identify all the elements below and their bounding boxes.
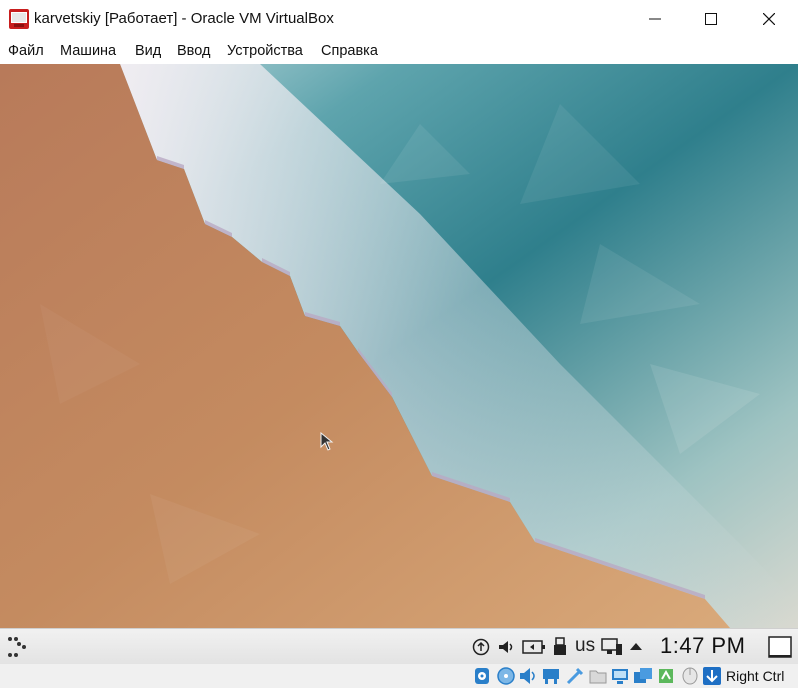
maximize-icon xyxy=(705,13,717,25)
menu-input[interactable]: Ввод xyxy=(177,43,210,59)
menu-bar: Файл Машина Вид Ввод Устройства Справка xyxy=(0,38,798,64)
vbox-status-bar: Right Ctrl xyxy=(0,664,798,688)
title-bar[interactable]: karvetskiy [Работает] - Oracle VM Virtua… xyxy=(0,0,798,38)
menu-devices[interactable]: Устройства xyxy=(227,43,303,59)
keyboard-layout-indicator[interactable]: us xyxy=(575,635,595,657)
audio-icon[interactable] xyxy=(518,666,538,686)
display-icon[interactable] xyxy=(610,666,630,686)
menu-help[interactable]: Справка xyxy=(321,43,378,59)
expand-tray-icon[interactable] xyxy=(629,641,643,651)
host-key-label: Right Ctrl xyxy=(726,668,785,684)
usb-icon[interactable] xyxy=(565,666,585,686)
video-capture-icon[interactable] xyxy=(633,666,653,686)
host-key-arrow-icon[interactable] xyxy=(702,666,722,686)
menu-file[interactable]: Файл xyxy=(8,43,44,59)
network-icon[interactable] xyxy=(601,638,623,656)
shared-folders-icon[interactable] xyxy=(588,666,608,686)
menu-view[interactable]: Вид xyxy=(135,43,161,59)
mouse-cursor-icon xyxy=(320,432,334,451)
mouse-integration-icon[interactable] xyxy=(680,666,700,686)
minimize-icon xyxy=(649,18,661,20)
network-adapter-icon[interactable] xyxy=(541,666,561,686)
close-icon xyxy=(763,13,775,25)
minimize-button[interactable] xyxy=(626,0,684,38)
show-desktop-icon[interactable] xyxy=(767,635,793,659)
hard-disk-icon[interactable] xyxy=(472,666,492,686)
update-notification-icon[interactable] xyxy=(472,638,490,656)
guest-taskbar: us 1:47 PM xyxy=(0,628,798,664)
battery-icon[interactable] xyxy=(522,639,546,655)
window-title: karvetskiy [Работает] - Oracle VM Virtua… xyxy=(34,10,334,27)
digital-clock[interactable]: 1:47 PM xyxy=(660,633,745,659)
usb-device-icon[interactable] xyxy=(553,637,567,657)
vm-display[interactable] xyxy=(0,64,798,628)
app-launcher-icon[interactable] xyxy=(6,635,32,659)
maximize-button[interactable] xyxy=(682,0,740,38)
cpu-virtualization-icon[interactable] xyxy=(656,666,676,686)
optical-drive-icon[interactable] xyxy=(496,666,516,686)
desktop-wallpaper xyxy=(0,64,798,628)
menu-machine[interactable]: Машина xyxy=(60,43,116,59)
volume-icon[interactable] xyxy=(497,638,517,656)
virtualbox-app-icon xyxy=(9,9,29,29)
close-button[interactable] xyxy=(740,0,798,38)
